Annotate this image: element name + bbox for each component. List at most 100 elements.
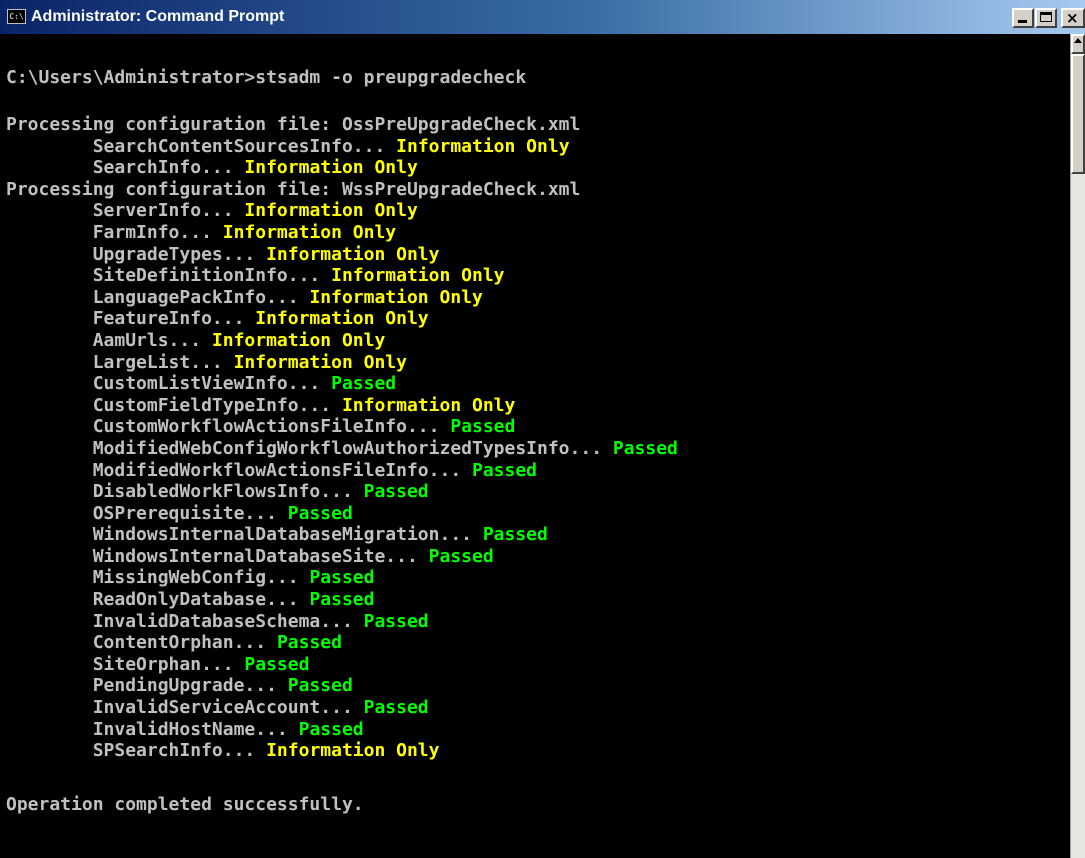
maximize-button[interactable] (1035, 8, 1057, 28)
check-label: SPSearchInfo... (6, 740, 267, 762)
status-passed: Passed (244, 653, 310, 675)
check-label: LanguagePackInfo... (6, 286, 310, 308)
close-icon: × (1066, 9, 1079, 27)
status-passed: Passed (428, 545, 494, 567)
status-passed: Passed (287, 502, 353, 524)
status-information-only: Information Only (255, 308, 429, 330)
check-label: SiteOrphan... (6, 653, 245, 675)
console-line: ReadOnlyDatabase... Passed (6, 589, 678, 611)
check-label: Processing configuration file: OssPreUpg… (6, 114, 581, 135)
status-information-only: Information Only (244, 157, 418, 179)
status-passed: Passed (482, 524, 548, 546)
console-line: ContentOrphan... Passed (6, 632, 678, 654)
status-information-only: Information Only (244, 200, 418, 222)
console-line: MissingWebConfig... Passed (6, 567, 678, 589)
minimize-icon (1018, 20, 1027, 23)
close-button[interactable]: × (1061, 8, 1085, 28)
check-label: CustomListViewInfo... (6, 373, 332, 395)
status-information-only: Information Only (266, 740, 440, 762)
console-line: SPSearchInfo... Information Only (6, 740, 678, 762)
check-label: InvalidDatabaseSchema... (6, 610, 364, 632)
status-passed: Passed (363, 697, 429, 719)
console-line: CustomFieldTypeInfo... Information Only (6, 395, 678, 417)
status-passed: Passed (309, 589, 375, 611)
scroll-thumb[interactable] (1071, 54, 1085, 174)
check-label: DisabledWorkFlowsInfo... (6, 481, 364, 503)
check-label: UpgradeTypes... (6, 243, 267, 265)
console-line: WindowsInternalDatabaseSite... Passed (6, 546, 678, 568)
status-information-only: Information Only (266, 243, 440, 265)
status-passed: Passed (363, 610, 429, 632)
console-output-area[interactable]: C:\Users\Administrator>stsadm -o preupgr… (0, 34, 1070, 858)
check-label: ModifiedWorkflowActionsFileInfo... (6, 459, 472, 481)
check-label: SearchInfo... (6, 157, 245, 179)
check-label: ModifiedWebConfigWorkflowAuthorizedTypes… (6, 437, 613, 459)
window-title: Administrator: Command Prompt (31, 8, 285, 25)
check-label: ServerInfo... (6, 200, 245, 222)
check-label: LargeList... (6, 351, 234, 373)
status-information-only: Information Only (309, 286, 483, 308)
status-information-only: Information Only (233, 351, 407, 373)
scroll-up-button[interactable] (1071, 34, 1085, 54)
status-information-only: Information Only (331, 265, 505, 287)
status-passed: Passed (298, 718, 364, 740)
check-label: InvalidServiceAccount... (6, 697, 364, 719)
check-label: WindowsInternalDatabaseSite... (6, 545, 429, 567)
check-label: ReadOnlyDatabase... (6, 589, 310, 611)
console-line: InvalidHostName... Passed (6, 719, 678, 741)
maximize-icon (1040, 12, 1052, 22)
console-line: ModifiedWebConfigWorkflowAuthorizedTypes… (6, 438, 678, 460)
check-label: AamUrls... (6, 329, 212, 351)
command-line: C:\Users\Administrator>stsadm -o preupgr… (6, 67, 527, 88)
status-information-only: Information Only (222, 221, 397, 243)
check-label: Processing configuration file: WssPreUpg… (6, 178, 581, 200)
status-passed: Passed (472, 459, 538, 481)
status-passed: Passed (450, 416, 516, 438)
check-label: PendingUpgrade... (6, 675, 288, 697)
status-information-only: Information Only (211, 329, 386, 351)
status-information-only: Information Only (396, 135, 570, 157)
console-line: InvalidServiceAccount... Passed (6, 697, 678, 719)
console-line: CustomWorkflowActionsFileInfo... Passed (6, 416, 678, 438)
title-bar[interactable]: C:\ Administrator: Command Prompt × (0, 0, 1085, 34)
status-passed: Passed (309, 567, 375, 589)
status-passed: Passed (287, 675, 353, 697)
check-label: OSPrerequisite... (6, 502, 288, 524)
console-line: FarmInfo... Information Only (6, 222, 678, 244)
console-line: AamUrls... Information Only (6, 330, 678, 352)
console-line: Processing configuration file: WssPreUpg… (6, 179, 678, 201)
status-information-only: Information Only (341, 394, 516, 416)
status-passed: Passed (363, 481, 429, 503)
scroll-up-arrow-icon (1074, 38, 1082, 43)
check-label: InvalidHostName... (6, 718, 299, 740)
console-line: LargeList... Information Only (6, 352, 678, 374)
check-label: FarmInfo... (6, 221, 223, 243)
console-icon[interactable]: C:\ (7, 9, 26, 24)
check-label: SearchContentSourcesInfo... (6, 135, 397, 157)
completion-message: Operation completed successfully. (6, 794, 364, 815)
console-line: PendingUpgrade... Passed (6, 675, 678, 697)
command-prompt-window: C:\ Administrator: Command Prompt × C:\U… (0, 0, 1085, 858)
console-line: ModifiedWorkflowActionsFileInfo... Passe… (6, 460, 678, 482)
console-line: ServerInfo... Information Only (6, 200, 678, 222)
console-line: InvalidDatabaseSchema... Passed (6, 611, 678, 633)
check-label: CustomWorkflowActionsFileInfo... (6, 416, 451, 438)
console-line: DisabledWorkFlowsInfo... Passed (6, 481, 678, 503)
check-label: ContentOrphan... (6, 632, 277, 654)
vertical-scrollbar[interactable] (1070, 34, 1085, 858)
console-line: Processing configuration file: OssPreUpg… (6, 114, 678, 136)
console-line: SiteDefinitionInfo... Information Only (6, 265, 678, 287)
console-line: SiteOrphan... Passed (6, 654, 678, 676)
console-line: WindowsInternalDatabaseMigration... Pass… (6, 524, 678, 546)
check-label: CustomFieldTypeInfo... (6, 394, 342, 416)
console-line: SearchInfo... Information Only (6, 157, 678, 179)
console-line: FeatureInfo... Information Only (6, 308, 678, 330)
console-line: LanguagePackInfo... Information Only (6, 287, 678, 309)
status-passed: Passed (331, 373, 397, 395)
minimize-button[interactable] (1012, 8, 1034, 28)
check-label: MissingWebConfig... (6, 567, 310, 589)
status-passed: Passed (612, 437, 678, 459)
status-passed: Passed (276, 632, 342, 654)
console-line: OSPrerequisite... Passed (6, 503, 678, 525)
check-label: FeatureInfo... (6, 308, 256, 330)
